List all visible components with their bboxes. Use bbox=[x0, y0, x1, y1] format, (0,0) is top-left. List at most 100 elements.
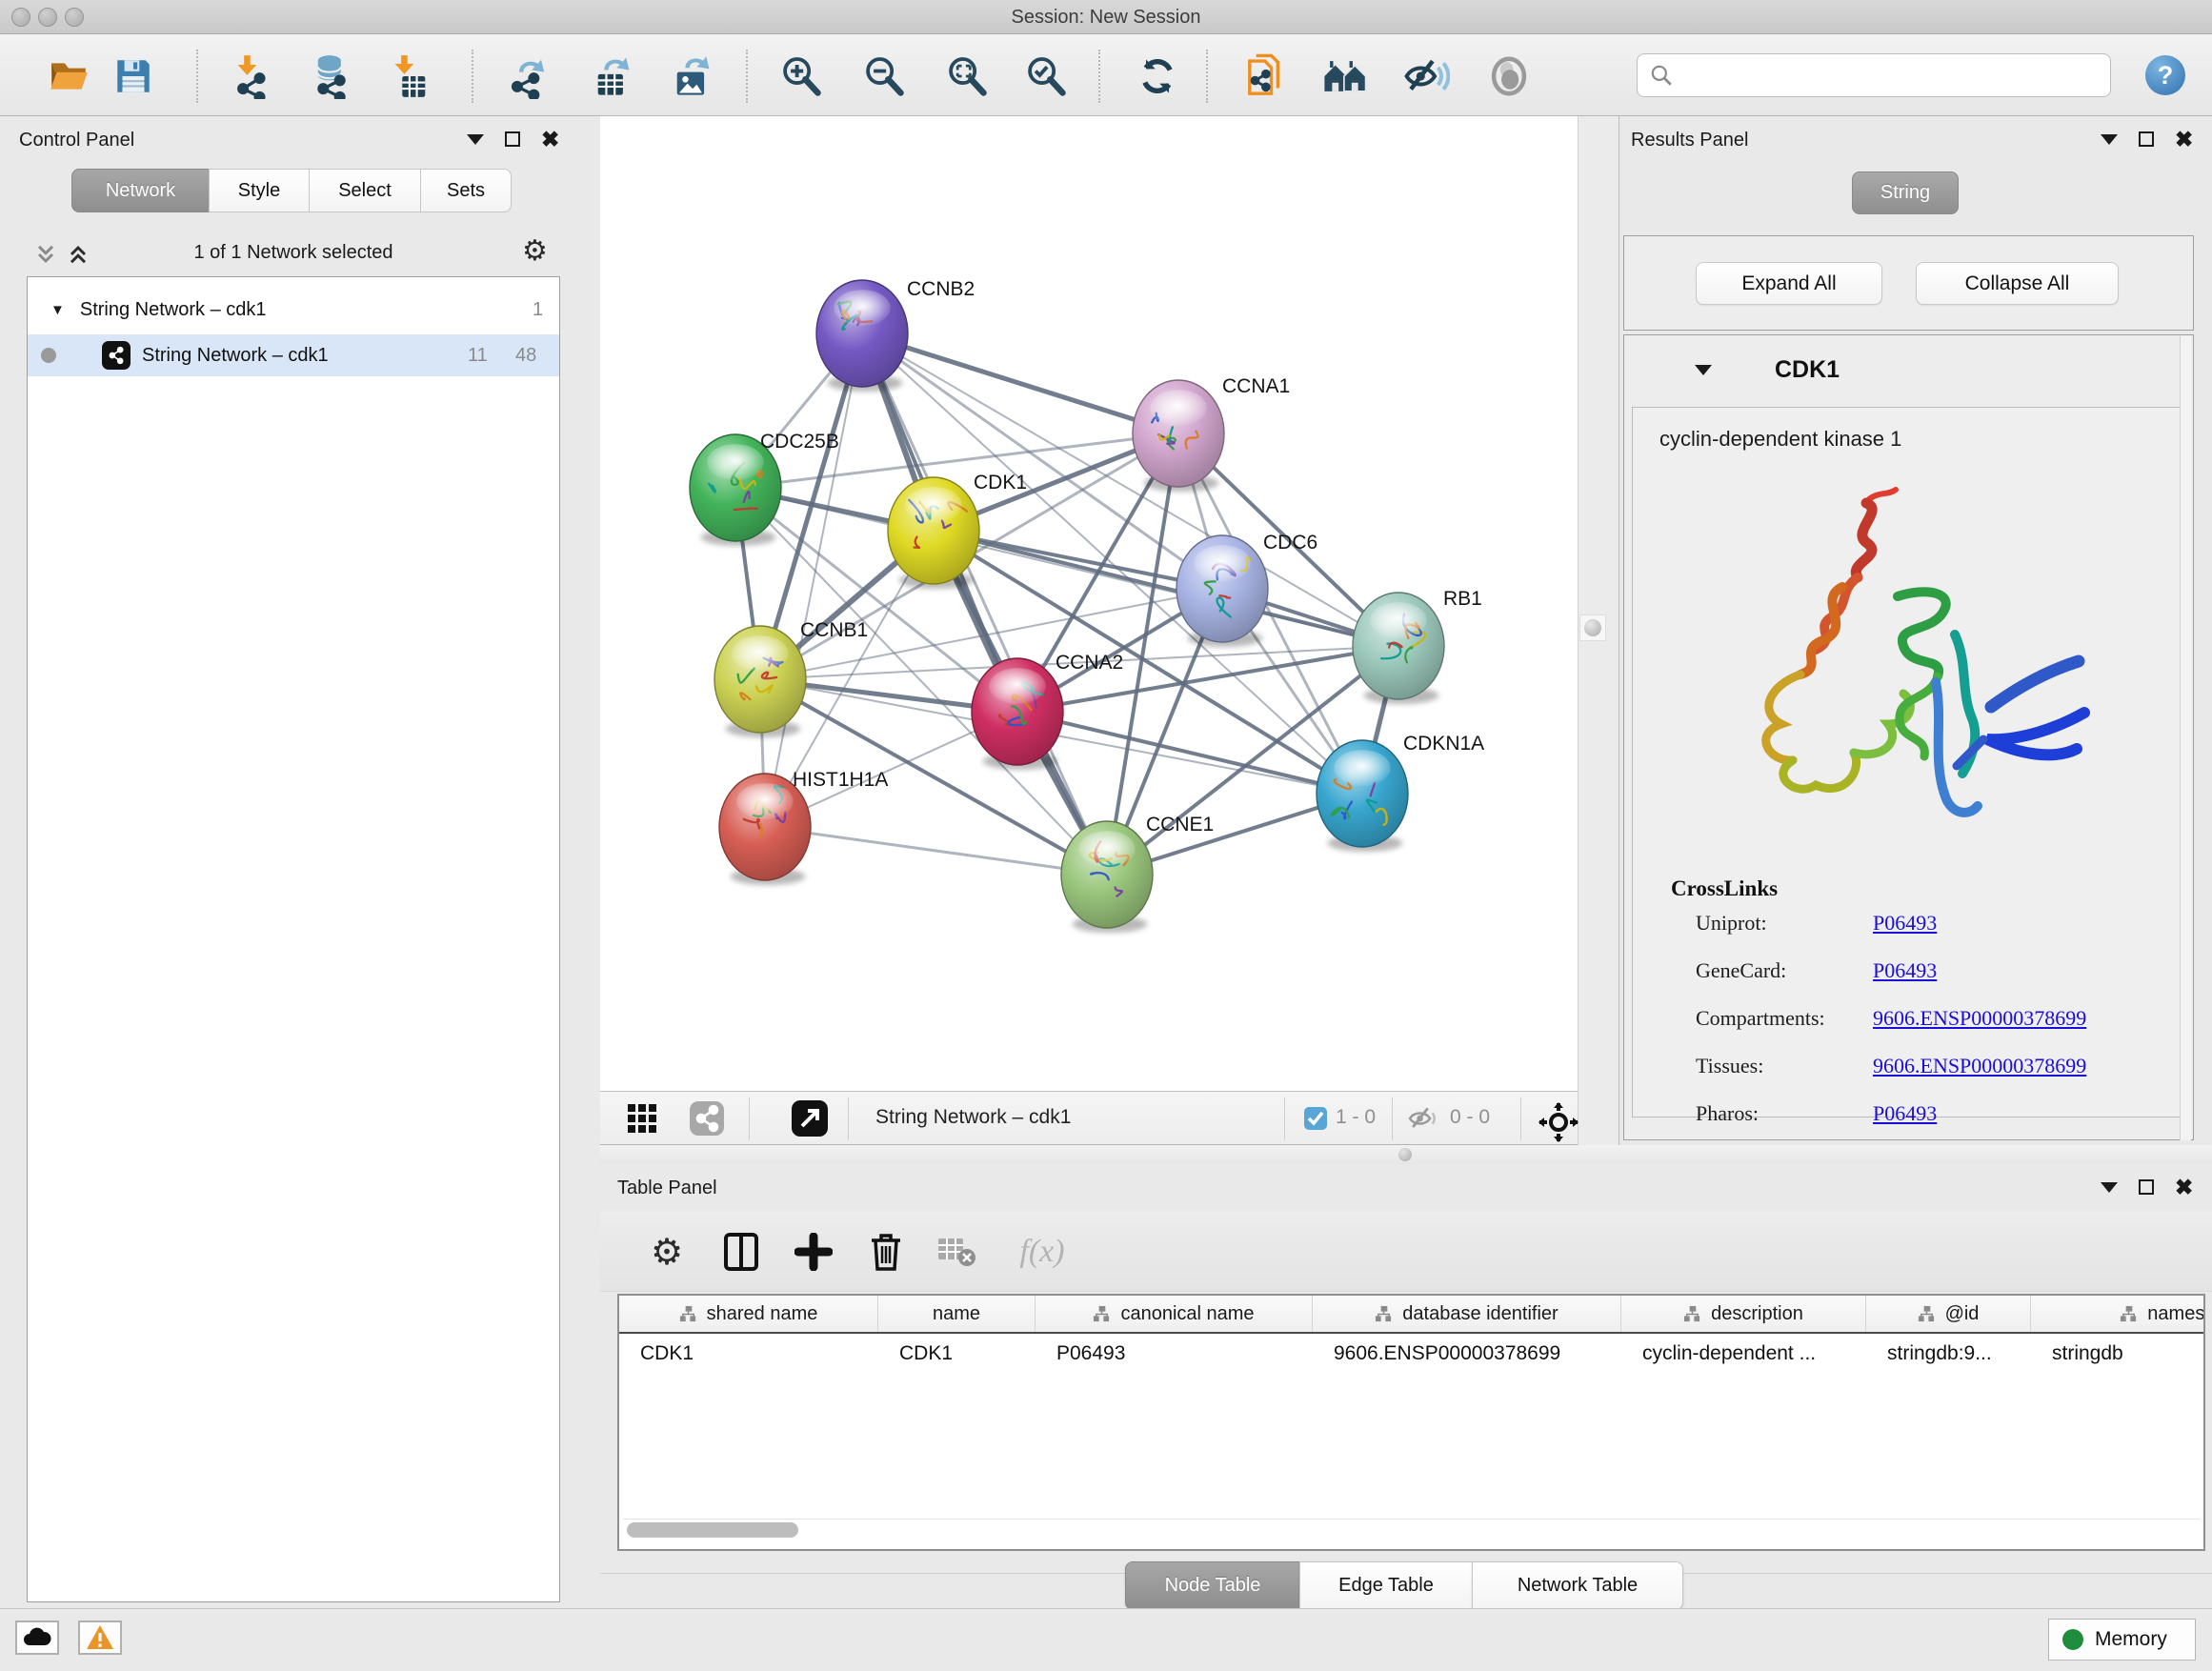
panel-menu-icon[interactable] bbox=[2101, 134, 2118, 145]
column-header-shared-name[interactable]: shared name bbox=[619, 1296, 878, 1332]
delete-column-button[interactable] bbox=[859, 1225, 913, 1278]
table-cell[interactable]: stringdb bbox=[2031, 1336, 2205, 1372]
crosslink-link[interactable]: P06493 bbox=[1873, 911, 1937, 936]
table-panel-title: Table Panel bbox=[617, 1178, 717, 1199]
table-row[interactable]: CDK1CDK1P064939606.ENSP00000378699cyclin… bbox=[619, 1336, 2205, 1372]
close-panel-icon[interactable]: ✖ bbox=[2175, 131, 2193, 147]
zoom-out-button[interactable] bbox=[859, 51, 909, 101]
tab-network-table[interactable]: Network Table bbox=[1472, 1561, 1683, 1610]
network-row[interactable]: String Network – cdk1 11 48 bbox=[28, 334, 559, 376]
entry-collapse-icon[interactable] bbox=[1695, 365, 1712, 375]
create-column-button[interactable] bbox=[787, 1225, 840, 1278]
tab-string[interactable]: String bbox=[1852, 171, 1959, 214]
open-session-button[interactable] bbox=[44, 51, 93, 101]
collapse-all-button[interactable]: Collapse All bbox=[1916, 262, 2119, 305]
birds-eye-view-button[interactable] bbox=[615, 1092, 669, 1145]
column-header-namespace[interactable]: namespace bbox=[2031, 1296, 2205, 1332]
apply-layout-button[interactable] bbox=[1133, 51, 1182, 101]
column-header-name[interactable]: name bbox=[878, 1296, 1036, 1332]
panel-menu-icon[interactable] bbox=[467, 134, 484, 145]
float-panel-icon[interactable] bbox=[2139, 131, 2154, 147]
export-network-button[interactable] bbox=[505, 51, 554, 101]
column-header-description[interactable]: description bbox=[1621, 1296, 1866, 1332]
collection-count: 1 bbox=[533, 299, 543, 321]
titlebar: Session: New Session bbox=[0, 0, 2212, 34]
float-panel-icon[interactable] bbox=[505, 131, 520, 147]
crosslink-link[interactable]: 9606.ENSP00000378699 bbox=[1873, 1006, 2086, 1031]
import-network-icon bbox=[231, 53, 276, 99]
toolbar-separator bbox=[746, 50, 748, 103]
export-table-button[interactable] bbox=[588, 51, 637, 101]
fit-content-button[interactable] bbox=[1532, 1096, 1585, 1149]
import-network-from-database-button[interactable] bbox=[307, 51, 356, 101]
crosslink-link[interactable]: P06493 bbox=[1873, 1101, 1937, 1126]
zoom-in-button[interactable] bbox=[776, 51, 826, 101]
gray-eye-icon bbox=[1485, 52, 1533, 100]
vertical-splitter[interactable] bbox=[1578, 116, 1619, 1145]
save-icon bbox=[111, 54, 155, 98]
apply-function-button[interactable]: f(x) bbox=[1004, 1225, 1080, 1278]
network-status-dot bbox=[41, 348, 56, 363]
node-entry-header[interactable]: CDK1 bbox=[1624, 335, 2193, 405]
selected-items-checkbox[interactable] bbox=[1301, 1097, 1330, 1139]
column-header--id[interactable]: @id bbox=[1866, 1296, 2031, 1332]
zoom-fit-button[interactable] bbox=[942, 51, 992, 101]
table-cell[interactable]: CDK1 bbox=[878, 1336, 1036, 1372]
svg-text:CDKN1A: CDKN1A bbox=[1403, 733, 1484, 755]
column-header-canonical-name[interactable]: canonical name bbox=[1036, 1296, 1313, 1332]
table-cell[interactable]: CDK1 bbox=[619, 1336, 878, 1372]
graph-node-CCNA1 bbox=[1133, 380, 1224, 492]
table-horizontal-scrollbar[interactable] bbox=[623, 1519, 2200, 1540]
save-session-button[interactable] bbox=[109, 51, 158, 101]
network-type-button[interactable] bbox=[680, 1092, 734, 1145]
cloud-status-button[interactable] bbox=[15, 1621, 59, 1655]
tab-edge-table[interactable]: Edge Table bbox=[1299, 1561, 1473, 1610]
zoom-selected-button[interactable] bbox=[1021, 51, 1071, 101]
search-input[interactable] bbox=[1674, 56, 2110, 94]
hide-selected-button[interactable] bbox=[1401, 51, 1451, 101]
collapse-triangle-icon[interactable]: ▼ bbox=[50, 302, 65, 318]
tab-network[interactable]: Network bbox=[71, 169, 210, 212]
import-string-network-button[interactable] bbox=[1242, 51, 1292, 101]
crosslink-link[interactable]: P06493 bbox=[1873, 958, 1937, 983]
column-header-database-identifier[interactable]: database identifier bbox=[1313, 1296, 1621, 1332]
tab-sets[interactable]: Sets bbox=[420, 169, 512, 212]
open-in-window-button[interactable] bbox=[783, 1092, 836, 1145]
show-columns-button[interactable] bbox=[714, 1225, 768, 1278]
network-collection-row[interactable]: ▼ String Network – cdk1 1 bbox=[28, 289, 559, 331]
network-canvas[interactable]: CCNB2CCNA1CDC25BCDK1CDC6RB1CCNB1CCNA2CDK… bbox=[600, 116, 1578, 1091]
table-options-button[interactable]: ⚙ bbox=[640, 1225, 694, 1278]
table-cell[interactable]: 9606.ENSP00000378699 bbox=[1313, 1336, 1621, 1372]
float-panel-icon[interactable] bbox=[2139, 1179, 2154, 1195]
panel-menu-icon[interactable] bbox=[2101, 1182, 2118, 1193]
tab-style[interactable]: Style bbox=[209, 169, 310, 212]
table-cell[interactable]: cyclin-dependent ... bbox=[1621, 1336, 1866, 1372]
tab-node-table[interactable]: Node Table bbox=[1125, 1561, 1300, 1610]
help-button[interactable]: ? bbox=[2145, 55, 2185, 95]
expand-all-button[interactable]: Expand All bbox=[1696, 262, 1882, 305]
search-field[interactable] bbox=[1637, 53, 2111, 97]
table-cell[interactable]: stringdb:9... bbox=[1866, 1336, 2031, 1372]
horizontal-splitter[interactable] bbox=[600, 1145, 2212, 1164]
memory-button[interactable]: Memory bbox=[2048, 1619, 2196, 1661]
delete-table-button[interactable] bbox=[930, 1225, 983, 1278]
import-network-from-file-button[interactable] bbox=[229, 51, 278, 101]
search-icon bbox=[1649, 63, 1674, 88]
memory-label: Memory bbox=[2095, 1628, 2167, 1651]
close-panel-icon[interactable]: ✖ bbox=[2175, 1179, 2193, 1195]
import-table-from-file-button[interactable] bbox=[386, 51, 435, 101]
results-scrollbar[interactable] bbox=[2180, 336, 2191, 1140]
table-cell[interactable]: P06493 bbox=[1036, 1336, 1313, 1372]
network-options-gear-icon[interactable]: ⚙ bbox=[522, 234, 548, 268]
scrollbar-thumb[interactable] bbox=[627, 1522, 798, 1538]
string-home-button[interactable] bbox=[1320, 51, 1370, 101]
splitter-handle[interactable] bbox=[1398, 1148, 1412, 1161]
warnings-button[interactable] bbox=[78, 1621, 122, 1655]
crosslink-link[interactable]: 9606.ENSP00000378699 bbox=[1873, 1054, 2086, 1078]
splitter-handle[interactable] bbox=[1579, 614, 1606, 641]
show-all-button[interactable] bbox=[1484, 51, 1534, 101]
export-image-button[interactable] bbox=[667, 51, 716, 101]
network-graph[interactable]: CCNB2CCNA1CDC25BCDK1CDC6RB1CCNB1CCNA2CDK… bbox=[600, 116, 1578, 1091]
close-panel-icon[interactable]: ✖ bbox=[541, 131, 559, 147]
tab-select[interactable]: Select bbox=[309, 169, 421, 212]
